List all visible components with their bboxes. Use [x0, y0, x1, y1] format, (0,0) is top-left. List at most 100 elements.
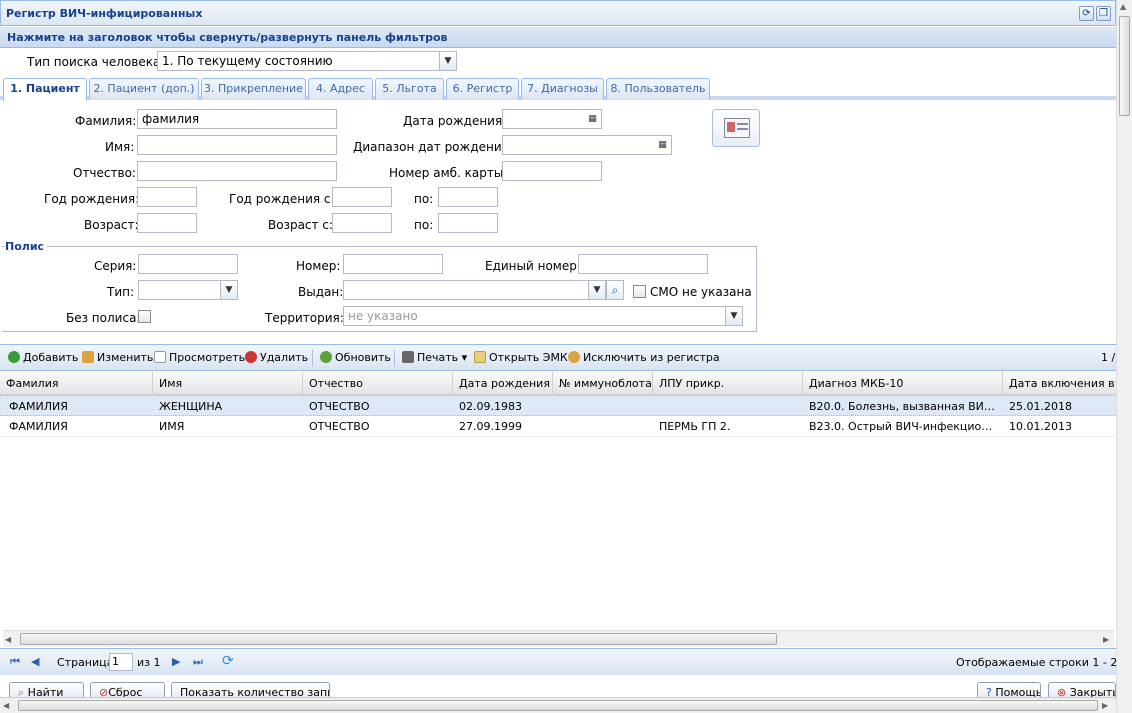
delete-button[interactable]: Удалить — [245, 351, 308, 364]
tab-patient[interactable]: 1. Пациент — [3, 78, 87, 101]
window-titlebar: Регистр ВИЧ-инфицированных ⟳ ❐ — [0, 0, 1116, 26]
cell-birth-date: 27.09.1999 — [459, 420, 522, 433]
scrollbar-thumb[interactable] — [1119, 16, 1130, 116]
next-page-icon[interactable]: ▶ — [172, 655, 180, 668]
surname-label: Фамилия: — [75, 114, 137, 128]
chevron-down-icon[interactable]: ▼ — [725, 307, 742, 325]
age-from-input[interactable] — [332, 213, 392, 233]
refresh-label: Обновить — [335, 351, 391, 364]
patronymic-input[interactable] — [137, 161, 337, 181]
series-input[interactable] — [138, 254, 238, 274]
refresh-icon[interactable]: ⟳ — [222, 653, 234, 669]
print-button[interactable]: Печать ▾ — [402, 351, 467, 364]
add-button[interactable]: Добавить — [8, 351, 78, 364]
smo-not-specified-checkbox[interactable] — [633, 285, 646, 298]
birth-year-input[interactable] — [137, 187, 197, 207]
column-header-patronymic[interactable]: Отчество — [303, 372, 453, 395]
view-button[interactable]: Просмотреть — [154, 351, 245, 364]
tab-user[interactable]: 8. Пользователь — [606, 78, 710, 100]
scroll-right-icon[interactable]: ▶ — [1103, 635, 1109, 644]
chevron-down-icon[interactable]: ▼ — [220, 281, 237, 299]
window-horizontal-scrollbar[interactable]: ◀ ▶ — [0, 697, 1116, 713]
edit-button[interactable]: Изменить — [82, 351, 153, 364]
card-number-input[interactable] — [502, 161, 602, 181]
table-row[interactable]: ФАМИЛИЯ ИМЯ ОТЧЕСТВО 27.09.1999 ПЕРМЬ ГП… — [0, 416, 1116, 437]
calendar-icon[interactable]: ▦ — [584, 110, 601, 128]
cell-surname: ФАМИЛИЯ — [9, 400, 68, 413]
birth-date-input[interactable]: ▦ — [502, 109, 602, 129]
delete-icon — [245, 351, 257, 363]
scroll-up-icon[interactable]: ▲ — [1120, 2, 1126, 11]
age-to-input[interactable] — [438, 213, 498, 233]
prev-page-icon[interactable]: ◀ — [31, 655, 39, 668]
scrollbar-thumb[interactable] — [18, 700, 1098, 711]
scroll-left-icon[interactable]: ◀ — [5, 635, 11, 644]
printer-icon — [402, 351, 414, 363]
first-page-icon[interactable]: ⏮ — [10, 655, 20, 669]
chevron-down-icon[interactable]: ▼ — [588, 281, 605, 299]
issued-select[interactable]: ▼ — [343, 280, 606, 300]
grid-horizontal-scrollbar[interactable]: ◀ ▶ — [3, 630, 1114, 647]
smo-not-specified-label: СМО не указана — [650, 285, 752, 299]
age-input[interactable] — [137, 213, 197, 233]
column-header-inclusion-date[interactable]: Дата включения в р — [1003, 372, 1116, 395]
unified-number-input[interactable] — [578, 254, 708, 274]
cell-inclusion-date: 25.01.2018 — [1009, 400, 1072, 413]
scroll-left-icon[interactable]: ◀ — [3, 701, 9, 710]
cell-immunoblot — [553, 396, 653, 417]
birth-range-input[interactable]: ▦ — [502, 135, 672, 155]
search-type-select[interactable]: 1. По текущему состоянию ▼ — [157, 51, 457, 71]
name-input[interactable] — [137, 135, 337, 155]
territory-label: Территория: — [265, 311, 344, 325]
tab-benefit[interactable]: 5. Льгота — [375, 78, 444, 100]
column-header-lpu[interactable]: ЛПУ прикр. — [653, 372, 803, 395]
chevron-down-icon[interactable]: ▼ — [439, 52, 456, 70]
tab-register[interactable]: 6. Регистр — [446, 78, 519, 100]
pencil-icon — [82, 351, 94, 363]
search-icon[interactable]: ⌕ — [606, 280, 624, 300]
tab-attachment[interactable]: 3. Прикрепление — [201, 78, 306, 100]
tab-diagnoses[interactable]: 7. Диагнозы — [521, 78, 604, 100]
table-row[interactable]: ФАМИЛИЯ ЖЕНЩИНА ОТЧЕСТВО 02.09.1983 B20.… — [0, 395, 1116, 416]
exclude-button[interactable]: Исключить из регистра — [568, 351, 720, 364]
tab-address[interactable]: 4. Адрес — [308, 78, 373, 100]
no-polis-label: Без полиса: — [66, 311, 141, 325]
column-header-birth-date[interactable]: Дата рождения — [453, 372, 553, 395]
view-label: Просмотреть — [169, 351, 246, 364]
filter-panel-header[interactable]: Нажмите на заголовок чтобы свернуть/разв… — [0, 27, 1116, 48]
window-vertical-scrollbar[interactable]: ▲ — [1116, 0, 1132, 713]
polis-type-select[interactable]: ▼ — [138, 280, 238, 300]
pager-bar: ⏮ ◀ Страница 1 из 1 ▶ ⏭ ⟳ Отображаемые с… — [0, 648, 1132, 675]
restore-window-icon[interactable]: ❐ — [1096, 6, 1111, 21]
calendar-icon[interactable]: ▦ — [654, 136, 671, 154]
refresh-button[interactable]: Обновить — [320, 351, 391, 364]
window-title: Регистр ВИЧ-инфицированных — [6, 7, 203, 20]
tab-patient-extra[interactable]: 2. Пациент (доп.) — [89, 78, 199, 100]
no-polis-checkbox[interactable] — [138, 310, 151, 323]
territory-select[interactable]: не указано ▼ — [343, 306, 743, 326]
scroll-right-icon[interactable]: ▶ — [1102, 701, 1108, 710]
column-header-diagnosis[interactable]: Диагноз МКБ-10 — [803, 372, 1003, 395]
last-page-icon[interactable]: ⏭ — [193, 655, 203, 669]
toolbar-separator — [394, 350, 395, 366]
column-header-surname[interactable]: Фамилия — [0, 372, 153, 395]
polis-number-input[interactable] — [343, 254, 443, 274]
delete-label: Удалить — [260, 351, 309, 364]
polis-number-label: Номер: — [296, 259, 341, 273]
grid-header: Фамилия Имя Отчество Дата рождения № имм… — [0, 372, 1116, 395]
column-header-immunoblot[interactable]: № иммуноблота — [553, 372, 653, 395]
birth-year-to-label: по: — [414, 192, 434, 206]
polis-type-label: Тип: — [107, 285, 135, 299]
refresh-icon — [320, 351, 332, 363]
birth-year-from-input[interactable] — [332, 187, 392, 207]
open-emk-button[interactable]: Открыть ЭМК — [474, 351, 568, 364]
birth-year-to-input[interactable] — [438, 187, 498, 207]
scrollbar-thumb[interactable] — [20, 633, 777, 645]
page-number-input[interactable]: 1 — [109, 653, 133, 671]
surname-input[interactable]: фамилия — [137, 109, 337, 129]
refresh-window-icon[interactable]: ⟳ — [1079, 6, 1094, 21]
column-header-name[interactable]: Имя — [153, 372, 303, 395]
add-icon — [8, 351, 20, 363]
id-card-button[interactable] — [712, 109, 760, 147]
age-from-label: Возраст с: — [268, 218, 333, 232]
